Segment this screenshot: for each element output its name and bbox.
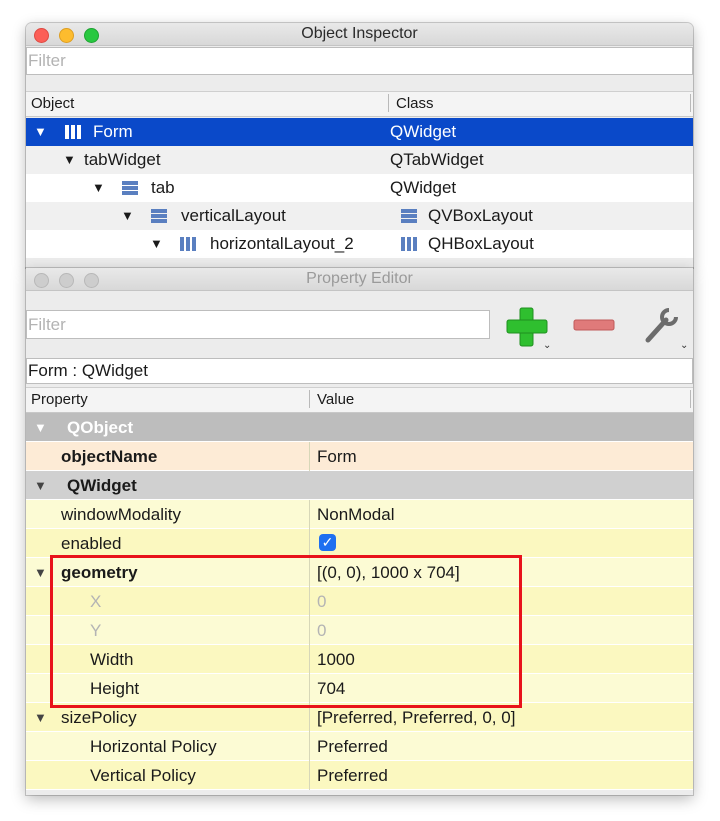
chevron-down-icon: ⌄	[680, 340, 689, 351]
property-name: X	[90, 592, 102, 611]
object-filter-input[interactable]: Filter	[26, 47, 693, 75]
object-tree: ▼ Form QWidget ▼ tabWidget QTabWidget ▼ …	[26, 118, 693, 268]
minimize-window-button[interactable]	[59, 273, 74, 288]
vbox-layout-icon	[122, 181, 138, 195]
column-header-value[interactable]: Value	[317, 391, 354, 408]
tree-row-class: QWidget	[390, 122, 457, 141]
tree-row-verticallayout[interactable]: ▼ verticalLayout QVBoxLayout	[26, 202, 693, 230]
tree-row-class: QVBoxLayout	[428, 206, 533, 225]
property-name: geometry	[61, 563, 138, 582]
group-row-qwidget[interactable]: ▼ QWidget	[26, 471, 693, 500]
vbox-layout-icon	[151, 209, 167, 223]
collapse-arrow-icon[interactable]: ▼	[34, 558, 47, 587]
expand-arrow-icon[interactable]: ▼	[150, 230, 163, 258]
property-name: Y	[90, 621, 102, 640]
property-value[interactable]: 0	[317, 587, 326, 616]
tree-row-form[interactable]: ▼ Form QWidget	[26, 118, 693, 146]
property-row-width[interactable]: Width 1000	[26, 645, 693, 674]
group-label: QWidget	[67, 476, 137, 495]
property-name: Height	[90, 679, 140, 698]
minimize-window-button[interactable]	[59, 28, 74, 43]
hbox-layout-icon	[180, 237, 196, 251]
property-name: Vertical Policy	[90, 766, 196, 785]
collapse-arrow-icon[interactable]: ▼	[34, 703, 47, 732]
property-table-header: Property Value	[26, 387, 693, 413]
column-header-object[interactable]: Object	[31, 95, 74, 112]
group-row-qobject[interactable]: ▼ QObject	[26, 413, 693, 442]
property-value[interactable]: 0	[317, 616, 326, 645]
group-label: QObject	[67, 418, 134, 437]
property-table: ▼ QObject objectName Form ▼ QWidget wind…	[26, 413, 693, 795]
property-value[interactable]: [Preferred, Preferred, 0, 0]	[317, 703, 515, 732]
property-value[interactable]: Preferred	[317, 732, 388, 761]
tree-row-tab[interactable]: ▼ tab QWidget	[26, 174, 693, 202]
property-row-x[interactable]: X 0	[26, 587, 693, 616]
collapse-arrow-icon[interactable]: ▼	[34, 413, 47, 442]
enabled-checkbox[interactable]: ✓	[319, 534, 336, 551]
add-property-button[interactable]: ⌄	[505, 306, 553, 354]
property-value[interactable]: 1000	[317, 645, 355, 674]
property-row-sizepolicy[interactable]: ▼ sizePolicy [Preferred, Preferred, 0, 0…	[26, 703, 693, 732]
property-value[interactable]: 704	[317, 674, 345, 703]
remove-property-button[interactable]	[573, 318, 617, 332]
tree-row-name: tab	[151, 178, 175, 197]
tree-row-class: QWidget	[390, 178, 457, 197]
wrench-icon	[645, 308, 678, 343]
selected-object-label: Form : QWidget	[26, 358, 693, 384]
tree-row-name: horizontalLayout_2	[210, 234, 354, 253]
checkmark-icon: ✓	[321, 534, 334, 550]
property-name: sizePolicy	[61, 708, 137, 727]
column-header-class[interactable]: Class	[396, 95, 434, 112]
object-inspector-titlebar: Object Inspector	[26, 23, 693, 46]
property-name: windowModality	[61, 505, 181, 524]
chevron-down-icon: ⌄	[543, 340, 552, 351]
close-window-button[interactable]	[34, 28, 49, 43]
property-name: objectName	[61, 447, 158, 466]
property-value[interactable]: [(0, 0), 1000 x 704]	[317, 558, 460, 587]
property-name: enabled	[61, 534, 122, 553]
property-editor-window: Property Editor Filter ⌄ ⌄ Form : QWidge…	[26, 268, 693, 795]
object-inspector-window: Object Inspector Filter Object Class ▼ F…	[26, 23, 693, 268]
tree-row-name: verticalLayout	[181, 206, 286, 225]
property-row-vertical-policy[interactable]: Vertical Policy Preferred	[26, 761, 693, 790]
hbox-layout-icon	[65, 125, 81, 139]
zoom-window-button[interactable]	[84, 273, 99, 288]
property-editor-titlebar: Property Editor	[26, 268, 693, 291]
property-name: Horizontal Policy	[90, 737, 217, 756]
tree-row-class: QHBoxLayout	[428, 234, 534, 253]
property-value[interactable]: Preferred	[317, 761, 388, 790]
property-value[interactable]: NonModal	[317, 500, 395, 529]
remove-icon	[573, 319, 615, 331]
tree-row-name: Form	[93, 122, 133, 141]
property-row-height[interactable]: Height 704	[26, 674, 693, 703]
property-row-horizontal-policy[interactable]: Horizontal Policy Preferred	[26, 732, 693, 761]
zoom-window-button[interactable]	[84, 28, 99, 43]
hbox-layout-icon	[401, 237, 417, 251]
property-row-geometry[interactable]: ▼ geometry [(0, 0), 1000 x 704]	[26, 558, 693, 587]
tree-row-name: tabWidget	[84, 150, 161, 169]
tree-row-horizontallayout2[interactable]: ▼ horizontalLayout_2 QHBoxLayout	[26, 230, 693, 258]
window-title: Property Editor	[306, 270, 413, 287]
property-name: Width	[90, 650, 134, 669]
vbox-layout-icon	[401, 209, 417, 223]
expand-arrow-icon[interactable]: ▼	[34, 118, 47, 146]
collapse-arrow-icon[interactable]: ▼	[34, 471, 47, 500]
expand-arrow-icon[interactable]: ▼	[92, 174, 105, 202]
property-row-windowmodality[interactable]: windowModality NonModal	[26, 500, 693, 529]
expand-arrow-icon[interactable]: ▼	[63, 146, 76, 174]
column-header-property[interactable]: Property	[31, 391, 88, 408]
close-window-button[interactable]	[34, 273, 49, 288]
property-row-y[interactable]: Y 0	[26, 616, 693, 645]
tree-row-class: QTabWidget	[390, 150, 484, 169]
tree-row-tabwidget[interactable]: ▼ tabWidget QTabWidget	[26, 146, 693, 174]
window-title: Object Inspector	[301, 25, 418, 42]
property-row-objectname[interactable]: objectName Form	[26, 442, 693, 471]
property-value[interactable]: Form	[317, 442, 357, 471]
expand-arrow-icon[interactable]: ▼	[121, 202, 134, 230]
property-filter-input[interactable]: Filter	[26, 310, 490, 339]
property-row-enabled[interactable]: enabled ✓	[26, 529, 693, 558]
configure-button[interactable]: ⌄	[642, 308, 692, 354]
object-tree-header: Object Class	[26, 91, 693, 117]
